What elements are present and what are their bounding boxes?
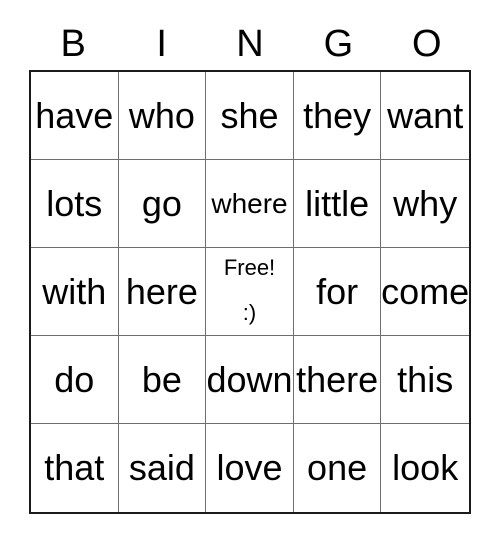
bingo-cell[interactable]: she <box>206 72 294 160</box>
bingo-cell[interactable]: said <box>118 424 207 512</box>
header-letter-o: O <box>412 23 442 65</box>
bingo-cell-text: there <box>296 358 379 400</box>
bingo-cell-text: lots <box>46 182 103 224</box>
bingo-cell-text: look <box>392 447 459 488</box>
bingo-cell-text: here <box>125 270 198 312</box>
bingo-cell-text: where <box>211 187 288 219</box>
bingo-cell-text: have <box>35 94 114 136</box>
bingo-free-space-cell[interactable]: Free! :) <box>206 248 294 336</box>
bingo-cell-text: want <box>387 94 464 136</box>
bingo-cell-text: she <box>220 94 279 136</box>
bingo-cell[interactable]: come <box>381 248 469 336</box>
bingo-cell[interactable]: look <box>381 424 469 512</box>
bingo-cell-text: said <box>128 447 195 488</box>
bingo-cell[interactable]: this <box>381 336 469 424</box>
bingo-header-row: B I N G O <box>29 18 471 70</box>
bingo-cell[interactable]: go <box>118 160 207 248</box>
bingo-cell-text: why <box>393 182 458 224</box>
bingo-cell[interactable]: little <box>293 160 382 248</box>
bingo-cell[interactable]: do <box>31 336 119 424</box>
bingo-cell[interactable]: where <box>206 160 294 248</box>
bingo-cell[interactable]: why <box>381 160 469 248</box>
bingo-cell[interactable]: for <box>293 248 382 336</box>
bingo-grid: have who she they want lots go where lit… <box>29 70 471 514</box>
free-space-label: Free! <box>223 255 276 280</box>
bingo-cell[interactable]: love <box>206 424 294 512</box>
free-space-smiley: :) <box>242 300 257 325</box>
header-letter-g: G <box>323 23 354 65</box>
bingo-cell-text: they <box>303 94 372 136</box>
bingo-cell-text: be <box>141 358 182 400</box>
header-letter-b: B <box>60 23 86 65</box>
bingo-card: B I N G O have who she they want lots go… <box>0 0 500 544</box>
bingo-cell-text: this <box>397 358 454 400</box>
bingo-cell[interactable]: that <box>31 424 119 512</box>
bingo-cell[interactable]: want <box>381 72 469 160</box>
bingo-cell-text: with <box>42 270 107 312</box>
bingo-cell[interactable]: have <box>31 72 119 160</box>
bingo-cell-text: go <box>141 182 182 224</box>
bingo-cell-text: little <box>305 182 370 224</box>
bingo-cell-text: do <box>54 358 95 400</box>
bingo-cell[interactable]: lots <box>31 160 119 248</box>
bingo-cell[interactable]: who <box>118 72 207 160</box>
bingo-cell-text: love <box>216 447 283 488</box>
bingo-cell[interactable]: one <box>293 424 382 512</box>
bingo-cell-text: down <box>206 358 293 400</box>
bingo-cell[interactable]: with <box>31 248 119 336</box>
bingo-cell[interactable]: there <box>293 336 382 424</box>
bingo-cell-text: that <box>44 447 105 488</box>
bingo-cell[interactable]: they <box>293 72 382 160</box>
bingo-cell-text: for <box>316 270 359 312</box>
bingo-cell[interactable]: down <box>206 336 294 424</box>
bingo-cell-text: who <box>128 94 195 136</box>
bingo-cell[interactable]: here <box>118 248 207 336</box>
header-letter-n: N <box>236 23 264 65</box>
bingo-cell[interactable]: be <box>118 336 207 424</box>
bingo-cell-text: come <box>381 270 469 312</box>
bingo-cell-text: one <box>307 447 368 488</box>
header-letter-i: I <box>156 23 167 65</box>
